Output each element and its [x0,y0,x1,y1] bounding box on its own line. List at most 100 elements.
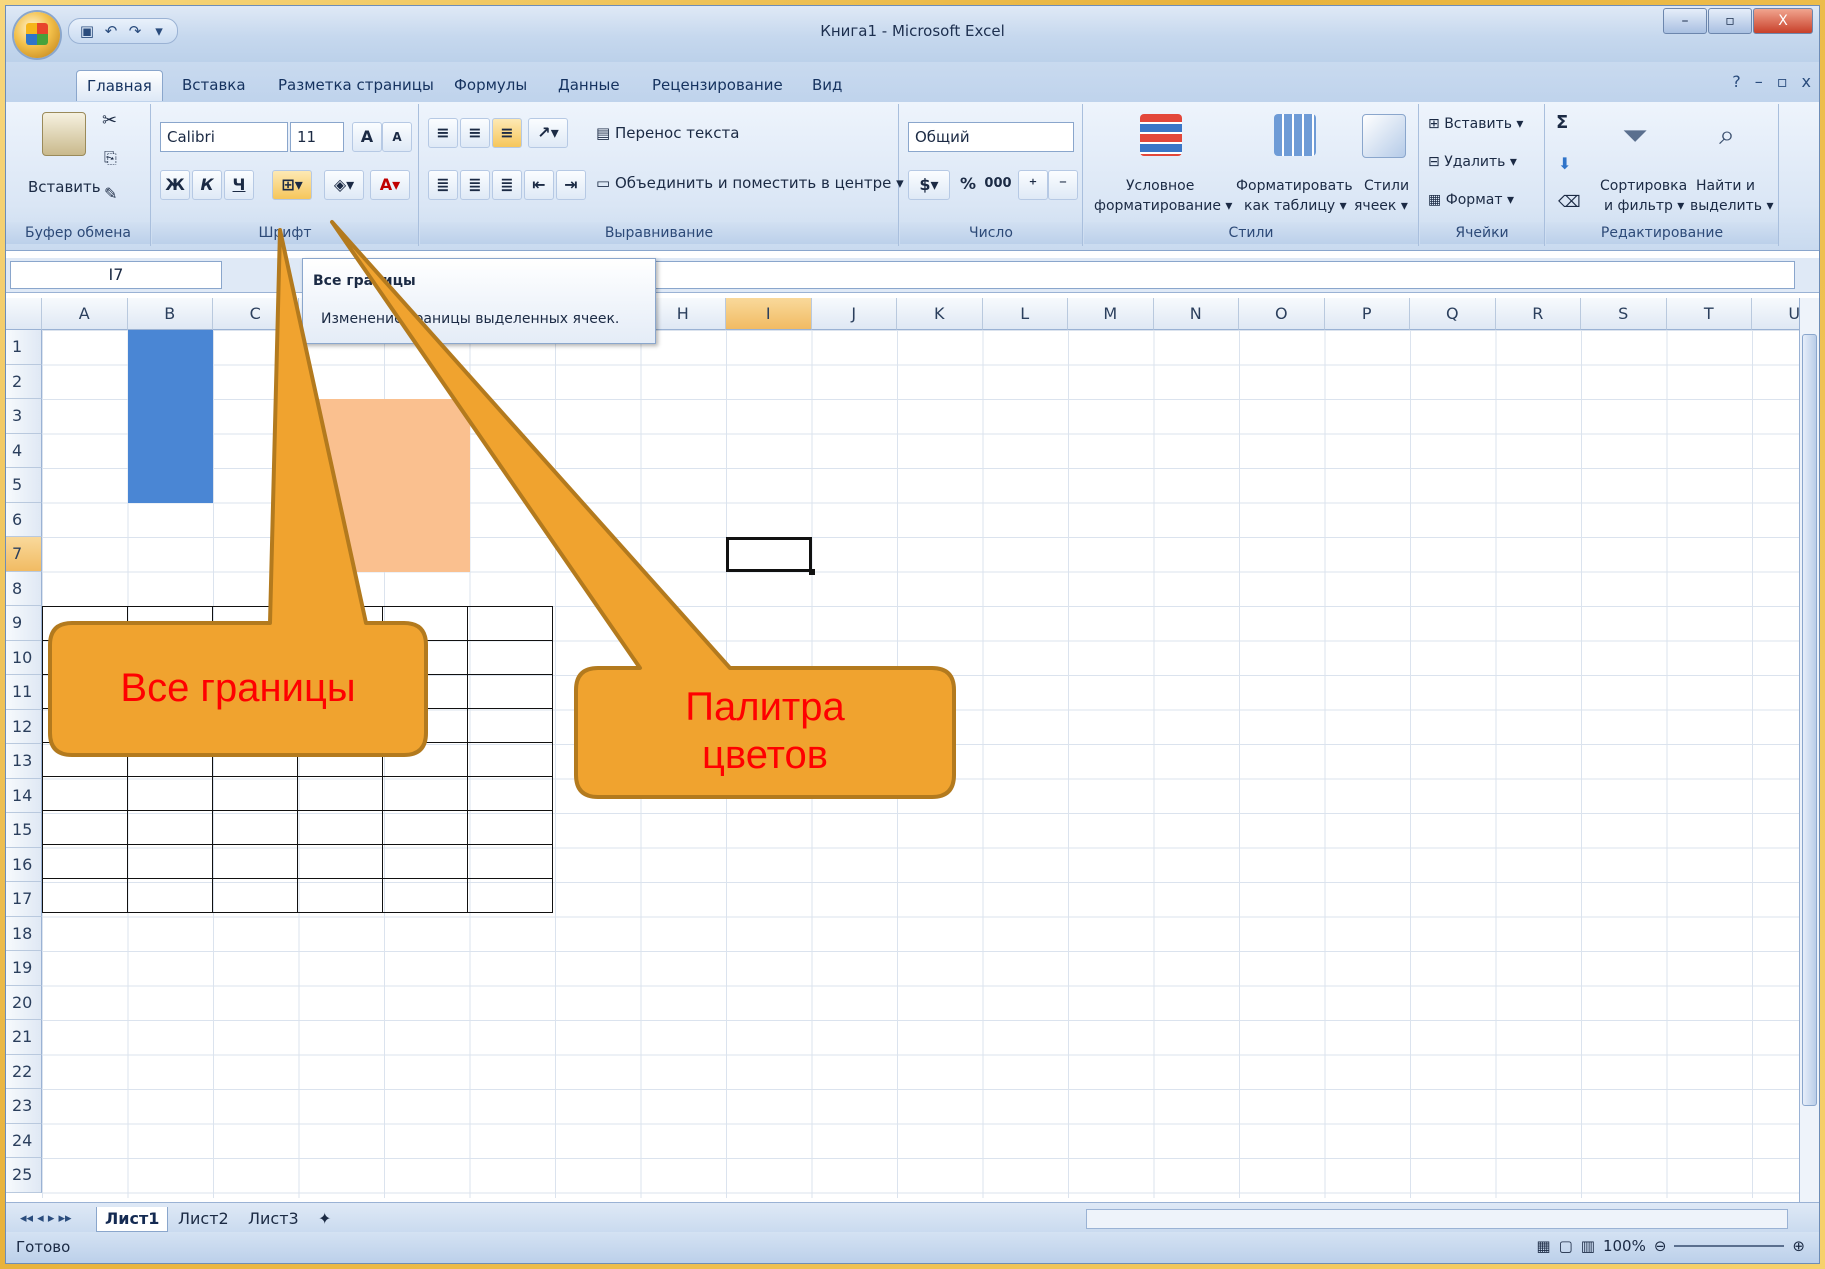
format-as-table-button[interactable]: как таблицу ▾ [1244,198,1347,214]
ribbon-restore-icon[interactable]: ▫ [1777,72,1788,91]
decrease-indent-button[interactable]: ⇤ [524,170,554,200]
bordered-cell[interactable] [467,844,553,879]
wrap-text-button[interactable]: ▤ Перенос текста [596,124,739,142]
align-bottom-button[interactable]: ≡ [492,118,522,148]
bordered-cell[interactable] [42,844,128,879]
fill-down-icon[interactable]: ⬇ [1558,154,1571,173]
bordered-cell[interactable] [467,810,553,845]
paste-button[interactable]: Вставить [28,178,101,196]
bordered-cell[interactable] [297,776,383,811]
minimize-button[interactable]: – [1663,8,1707,34]
insert-cells-button[interactable]: ⊞ Вставить ▾ [1428,116,1523,132]
row-header-9[interactable]: 9 [6,606,42,641]
bordered-cell[interactable] [297,810,383,845]
bordered-cell[interactable] [42,776,128,811]
bordered-cell[interactable] [212,606,298,641]
fill-color-button[interactable]: ◈▾ [324,170,364,200]
bordered-cell[interactable] [42,810,128,845]
bordered-cell[interactable] [297,844,383,879]
conditional-formatting-button[interactable]: форматирование ▾ [1094,198,1232,214]
font-size-select[interactable]: 11 [290,122,344,152]
normal-view-icon[interactable]: ▦ [1536,1237,1550,1255]
cell-styles-line1[interactable]: Стили [1364,178,1409,194]
zoom-slider[interactable] [1674,1245,1785,1247]
row-header-24[interactable]: 24 [6,1123,42,1158]
all-borders-button[interactable]: ⊞▾ [272,170,312,200]
font-name-select[interactable]: Calibri [160,122,288,152]
bordered-cell[interactable] [127,776,213,811]
row-header-22[interactable]: 22 [6,1054,42,1089]
active-cell-I7[interactable] [726,537,814,574]
bordered-cell[interactable] [127,606,213,641]
column-header-A[interactable]: A [42,298,128,330]
bordered-cell[interactable] [297,708,383,743]
align-right-button[interactable]: ≣ [492,170,522,200]
tab-home[interactable]: Главная [76,70,163,101]
bordered-cell[interactable] [297,606,383,641]
tab-review[interactable]: Рецензирование [642,70,793,100]
bordered-cell[interactable] [382,844,468,879]
align-center-button[interactable]: ≣ [460,170,490,200]
bordered-cell[interactable] [127,878,213,913]
tab-page-layout[interactable]: Разметка страницы [268,70,444,100]
bordered-cell[interactable] [297,742,383,777]
column-header-S[interactable]: S [1581,298,1667,330]
row-header-21[interactable]: 21 [6,1020,42,1055]
orientation-button[interactable]: ↗▾ [528,118,568,148]
delete-cells-button[interactable]: ⊟ Удалить ▾ [1428,154,1517,170]
bordered-cell[interactable] [212,708,298,743]
row-header-17[interactable]: 17 [6,882,42,917]
row-header-13[interactable]: 13 [6,744,42,779]
bordered-cell[interactable] [212,810,298,845]
row-header-5[interactable]: 5 [6,468,42,503]
bordered-cell[interactable] [467,742,553,777]
bordered-cell[interactable] [467,878,553,913]
row-header-1[interactable]: 1 [6,330,42,365]
italic-button[interactable]: К [192,170,222,200]
ribbon-close-icon[interactable]: x [1802,72,1811,91]
zoom-in-icon[interactable]: ⊕ [1792,1237,1805,1255]
find-select-button[interactable]: выделить ▾ [1690,198,1774,214]
help-icon[interactable]: ? [1732,72,1741,91]
accounting-format-button[interactable]: $▾ [908,170,950,200]
cell-styles-button[interactable]: ячеек ▾ [1354,198,1408,214]
bordered-cell[interactable] [127,742,213,777]
zoom-out-icon[interactable]: ⊖ [1654,1237,1667,1255]
vertical-scroll-thumb[interactable] [1802,334,1817,1106]
percent-button[interactable]: % [954,170,982,198]
bordered-cell[interactable] [382,606,468,641]
bordered-cell[interactable] [382,708,468,743]
bordered-cell[interactable] [42,742,128,777]
increase-indent-button[interactable]: ⇥ [556,170,586,200]
row-header-11[interactable]: 11 [6,675,42,710]
sort-filter-line1[interactable]: Сортировка [1600,178,1687,194]
bordered-cell[interactable] [382,878,468,913]
page-layout-view-icon[interactable]: ▢ [1559,1237,1573,1255]
row-header-4[interactable]: 4 [6,433,42,468]
format-cells-button[interactable]: ▦ Формат ▾ [1428,192,1514,208]
sheet-tab-3[interactable]: Лист3 [240,1207,307,1231]
vertical-scrollbar[interactable] [1799,298,1819,1202]
column-header-O[interactable]: O [1239,298,1325,330]
decrease-decimal-button[interactable]: ⁻ [1048,170,1078,200]
paste-icon[interactable] [42,112,86,156]
bordered-cell[interactable] [467,640,553,675]
font-color-button[interactable]: A▾ [370,170,410,200]
row-header-25[interactable]: 25 [6,1158,42,1193]
row-header-18[interactable]: 18 [6,916,42,951]
column-header-P[interactable]: P [1324,298,1410,330]
zoom-level[interactable]: 100% [1603,1237,1646,1255]
bordered-cell[interactable] [127,810,213,845]
align-top-button[interactable]: ≡ [428,118,458,148]
conditional-formatting-line1[interactable]: Условное [1126,178,1194,194]
number-format-select[interactable]: Общий [908,122,1074,152]
sort-filter-button[interactable]: и фильтр ▾ [1604,198,1684,214]
bordered-cell[interactable] [127,844,213,879]
row-header-14[interactable]: 14 [6,778,42,813]
tab-view[interactable]: Вид [802,70,852,100]
bordered-cell[interactable] [467,708,553,743]
grow-font-button[interactable]: A [352,122,382,152]
bordered-cell[interactable] [212,878,298,913]
bordered-cell[interactable] [127,708,213,743]
bordered-cell[interactable] [42,878,128,913]
